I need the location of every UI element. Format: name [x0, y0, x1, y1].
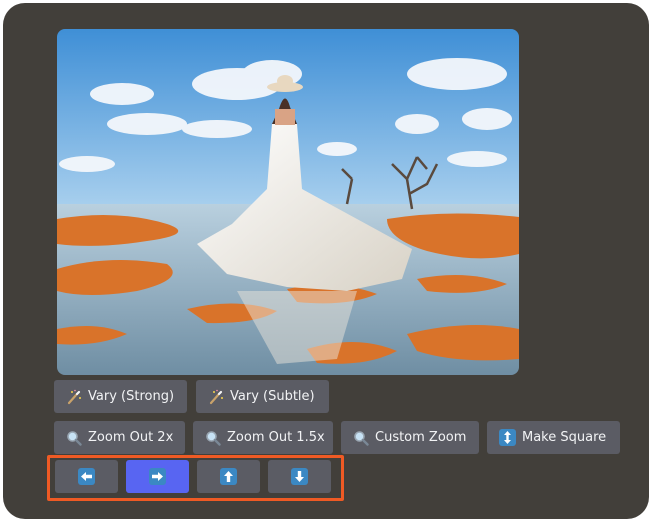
- make-square-button[interactable]: Make Square: [487, 421, 620, 454]
- custom-zoom-button[interactable]: Custom Zoom: [341, 421, 479, 454]
- vary-strong-label: Vary (Strong): [88, 389, 175, 404]
- generated-image-art: [57, 29, 519, 375]
- magnifier-icon: [66, 430, 82, 446]
- custom-zoom-label: Custom Zoom: [375, 430, 467, 445]
- up-down-arrow-icon: [499, 429, 516, 446]
- zoom-out-1-5x-label: Zoom Out 1.5x: [227, 430, 325, 445]
- zoom-out-1-5x-button[interactable]: Zoom Out 1.5x: [193, 421, 333, 454]
- zoom-out-2x-label: Zoom Out 2x: [88, 430, 174, 445]
- message-panel: Vary (Strong) Vary (Subtle) Zoom Out 2x: [3, 3, 649, 519]
- magic-wand-icon: [66, 389, 82, 405]
- vary-subtle-label: Vary (Subtle): [230, 389, 315, 404]
- vary-strong-button[interactable]: Vary (Strong): [54, 380, 187, 413]
- magnifier-icon: [205, 430, 221, 446]
- generated-image[interactable]: [57, 29, 519, 375]
- magnifier-icon: [353, 430, 369, 446]
- zoom-out-2x-button[interactable]: Zoom Out 2x: [54, 421, 185, 454]
- vary-subtle-button[interactable]: Vary (Subtle): [196, 380, 329, 413]
- make-square-label: Make Square: [522, 430, 607, 445]
- pan-buttons-highlight: [47, 455, 344, 501]
- magic-wand-icon: [208, 389, 224, 405]
